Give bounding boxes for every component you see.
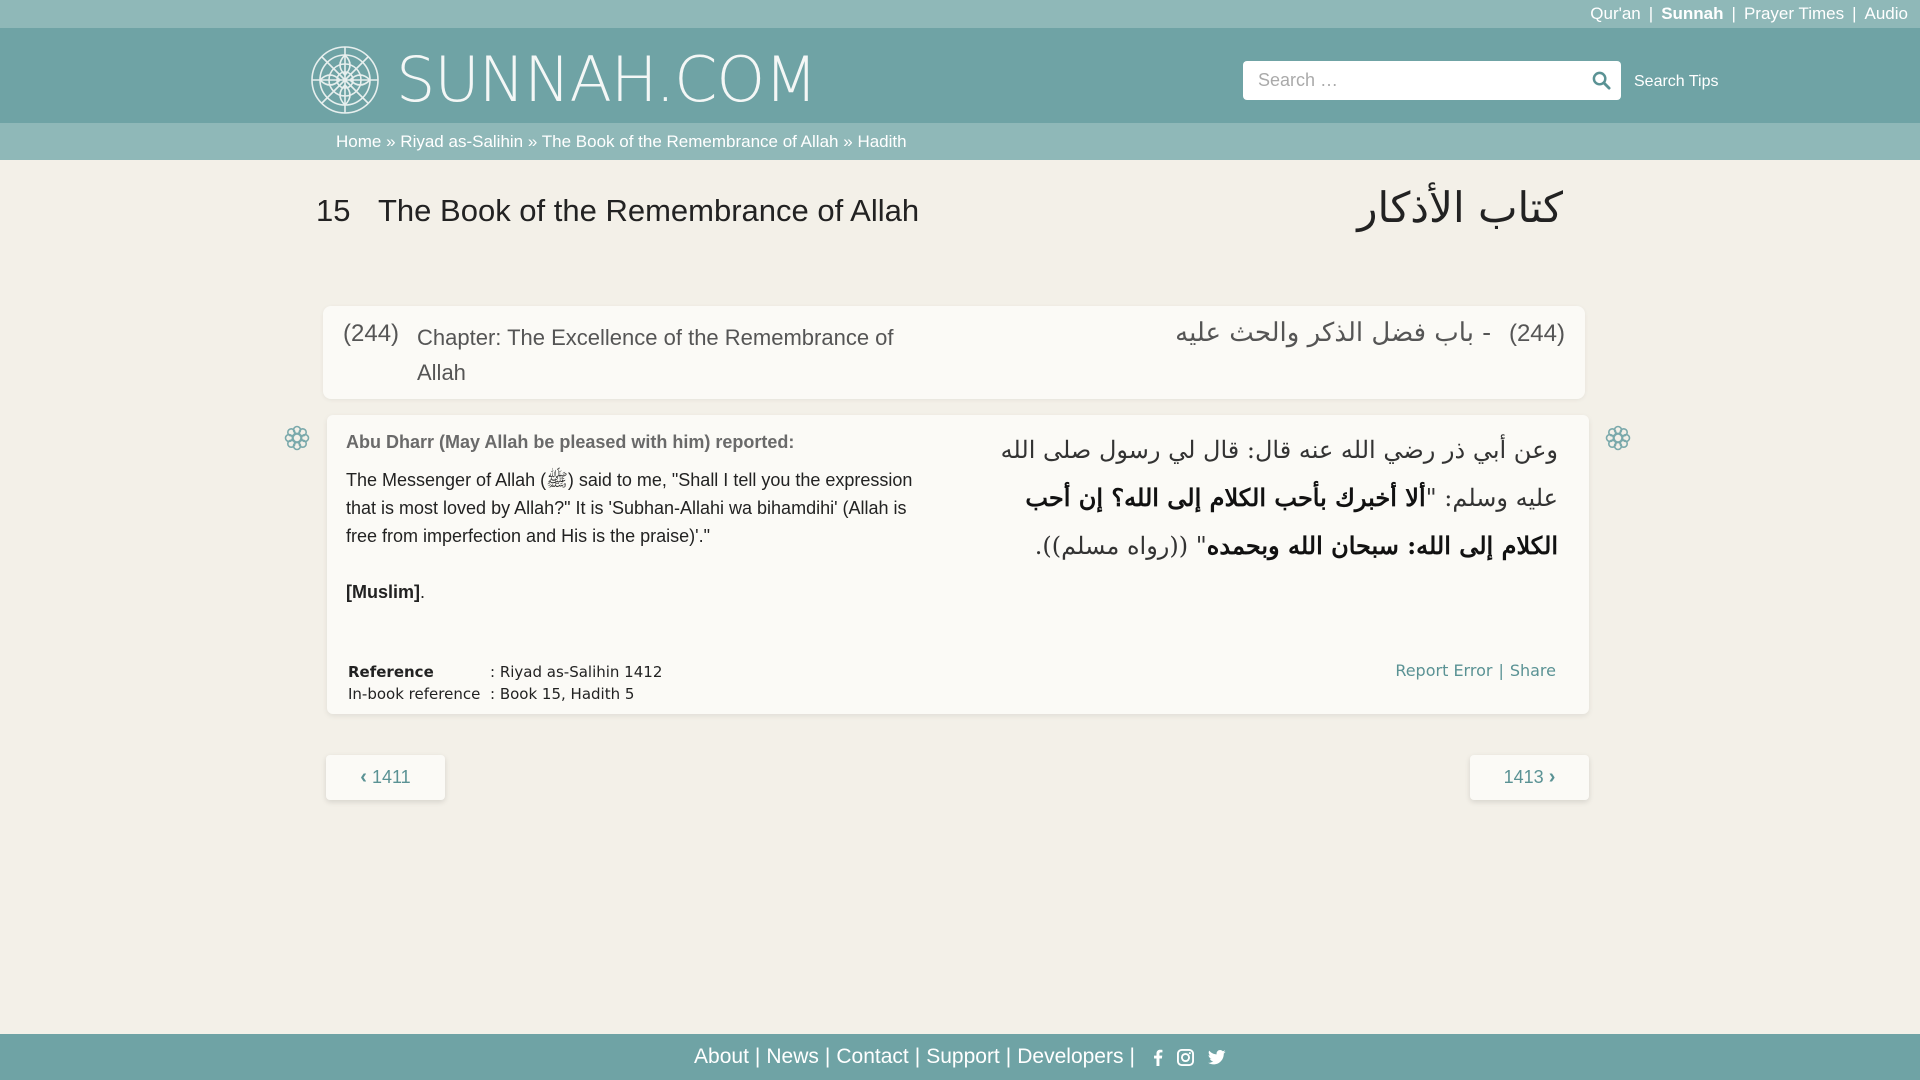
nav-separator: | xyxy=(1852,4,1857,23)
chevron-left-icon: ‹ xyxy=(360,766,367,788)
chapter-number: (244) xyxy=(343,320,400,347)
site-logo[interactable]: SUNNAH.COM xyxy=(310,43,818,116)
top-nav: Qur'an | Sunnah | Prayer Times | Audio xyxy=(0,0,1920,28)
search-input[interactable] xyxy=(1243,61,1581,100)
footer-separator: | xyxy=(1129,1045,1135,1068)
hadith-arabic-outro: " ((رواه مسلم)). xyxy=(1034,532,1207,560)
hadith-actions: Report Error | Share xyxy=(1395,661,1556,680)
hadith-card: Abu Dharr (May Allah be pleased with him… xyxy=(327,415,1589,714)
site-header: SUNNAH.COM Search Tips xyxy=(0,28,1920,123)
nav-audio-link[interactable]: Audio xyxy=(1865,4,1908,24)
hadith-narrator: Abu Dharr (May Allah be pleased with him… xyxy=(346,432,795,452)
footer-contact-link[interactable]: Contact xyxy=(836,1045,908,1069)
hadith-grade-source: [Muslim] xyxy=(346,582,420,602)
next-hadith-button[interactable]: 1413 › xyxy=(1470,755,1589,800)
site-footer: About | News | Contact | Support | Developer… xyxy=(0,1034,1920,1080)
inbook-reference-row: In-book reference : Book 15, Hadith 5 xyxy=(348,684,662,704)
book-number: 15 xyxy=(316,193,351,228)
hadith-grade-suffix: . xyxy=(420,582,426,602)
chapter-header: (244) Chapter: The Excellence of the Rem… xyxy=(323,306,1585,399)
search-box xyxy=(1243,61,1621,100)
footer-support-link[interactable]: Support xyxy=(926,1045,1000,1069)
breadcrumb-separator: » xyxy=(527,132,538,151)
nav-separator: | xyxy=(1731,4,1736,23)
chapter-number-arabic: (244) xyxy=(1508,320,1565,347)
footer-separator: | xyxy=(824,1045,831,1068)
twitter-icon[interactable] xyxy=(1207,1049,1226,1065)
nav-separator: | xyxy=(1648,4,1654,23)
report-error-link[interactable]: Report Error xyxy=(1395,661,1492,680)
logo-flower-icon xyxy=(311,45,379,114)
hadith-grade: [Muslim]. xyxy=(346,582,425,603)
facebook-icon[interactable] xyxy=(1153,1049,1163,1066)
nav-prayer-times-link[interactable]: Prayer Times xyxy=(1744,4,1844,24)
share-link[interactable]: Share xyxy=(1510,661,1556,680)
previous-hadith-number: 1411 xyxy=(371,767,411,787)
footer-developers-link[interactable]: Developers xyxy=(1017,1045,1123,1069)
chapter-title-arabic: - باب فضل الذكر والحث عليه xyxy=(1175,318,1491,348)
inbook-reference-value: : Book 15, Hadith 5 xyxy=(490,685,635,703)
search-tips-link[interactable]: Search Tips xyxy=(1634,73,1718,91)
nav-sunnah-link[interactable]: Sunnah xyxy=(1661,4,1723,24)
hadith-arabic-text: وعن أبي ذر رضي الله عنه قال: قال لي رسول… xyxy=(962,427,1558,570)
reference-row: Reference : Riyad as-Salihin 1412 xyxy=(348,662,662,682)
flower-icon xyxy=(284,425,310,451)
footer-news-link[interactable]: News xyxy=(766,1045,819,1069)
nav-quran-link[interactable]: Qur'an xyxy=(1590,4,1641,24)
next-hadith-number: 1413 xyxy=(1503,767,1544,787)
breadcrumb-hadith: Hadith xyxy=(857,132,907,151)
action-separator: | xyxy=(1498,661,1504,680)
reference-value: : Riyad as-Salihin 1412 xyxy=(490,663,663,681)
hadith-english-text: The Messenger of Allah (ﷺ) said to me, "… xyxy=(346,470,913,546)
footer-about-link[interactable]: About xyxy=(694,1045,749,1069)
inbook-reference-label: In-book reference xyxy=(348,685,481,703)
book-title: The Book of the Remembrance of Allah xyxy=(378,193,920,228)
footer-separator: | xyxy=(914,1045,921,1068)
flower-icon xyxy=(1605,425,1631,451)
instagram-icon[interactable] xyxy=(1176,1048,1194,1066)
breadcrumb-separator: » xyxy=(386,132,396,151)
book-title-arabic: كتاب الأذكار xyxy=(1357,183,1563,232)
footer-separator: | xyxy=(1005,1045,1012,1068)
footer-separator: | xyxy=(754,1045,761,1068)
breadcrumb: Home » Riyad as-Salihin » The Book of th… xyxy=(0,123,1920,160)
reference-table: Reference : Riyad as-Salihin 1412 In-boo… xyxy=(346,660,664,706)
previous-hadith-button[interactable]: ‹ 1411 xyxy=(326,755,445,800)
breadcrumb-book[interactable]: The Book of the Remembrance of Allah xyxy=(542,132,839,151)
breadcrumb-collection[interactable]: Riyad as-Salihin xyxy=(400,132,523,151)
chevron-right-icon: › xyxy=(1548,766,1556,788)
search-icon[interactable] xyxy=(1581,61,1621,100)
breadcrumb-home[interactable]: Home xyxy=(336,132,381,151)
breadcrumb-separator: » xyxy=(843,132,853,151)
chapter-title: Chapter: The Excellence of the Remembran… xyxy=(417,325,894,385)
social-links xyxy=(1153,1048,1226,1066)
logo-text: SUNNAH.COM xyxy=(396,43,818,116)
reference-label: Reference xyxy=(348,663,434,681)
